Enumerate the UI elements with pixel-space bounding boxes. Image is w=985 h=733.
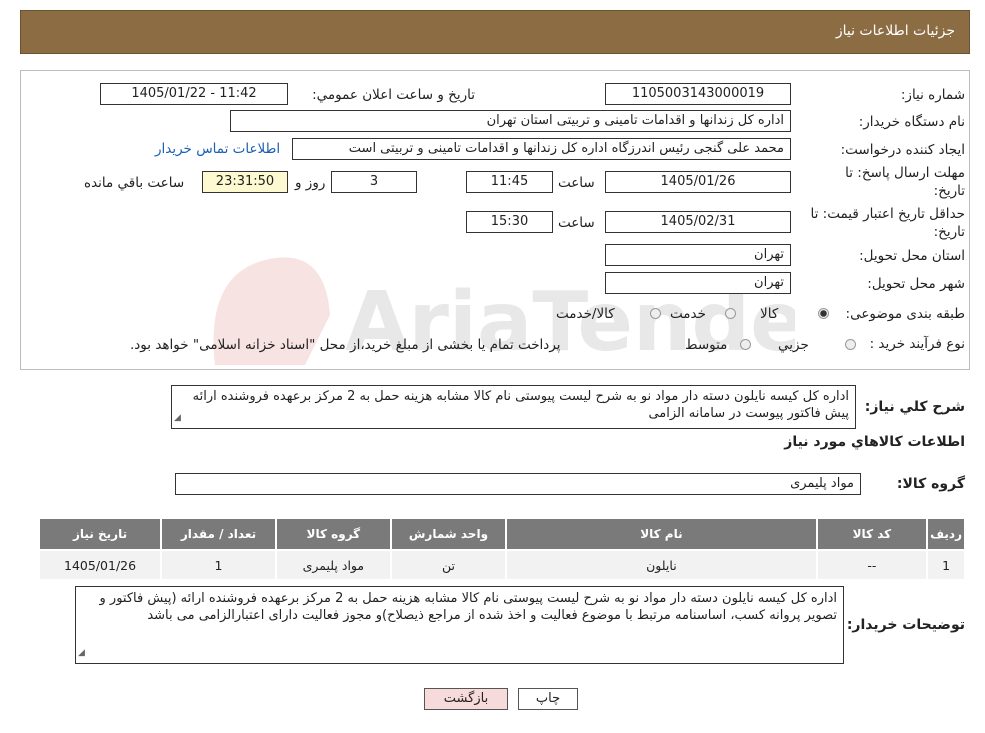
cell-date: 1405/01/26	[37, 549, 163, 581]
description-label: شرح کلي نیاز:	[864, 399, 965, 415]
goods-table: ردیف کد کالا نام کالا واحد شمارش گروه کا…	[37, 517, 966, 581]
goods-group-label: گروه کالا:	[896, 476, 965, 492]
print-button[interactable]: چاپ	[518, 688, 578, 710]
days-field: 3	[331, 171, 417, 193]
buyer-notes-textarea[interactable]: اداره کل کیسه نایلون دسته دار مواد نو به…	[75, 586, 844, 664]
announce-field: 1405/01/22 - 11:42	[100, 83, 288, 105]
category-radio-service[interactable]	[725, 308, 736, 319]
col-name-header: نام کالا	[505, 517, 818, 551]
validity-label: حداقل تاریخ اعتبار قیمت: تا	[810, 206, 965, 222]
buyer-org-label: نام دستگاه خریدار:	[858, 114, 965, 130]
col-code-header: کد کالا	[815, 517, 929, 551]
cell-qty: 1	[160, 549, 277, 581]
city-field: تهران	[605, 272, 791, 294]
buyer-notes-label: توضیحات خریدار:	[846, 617, 965, 633]
description-text: اداره کل کیسه نایلون دسته دار مواد نو به…	[192, 389, 849, 421]
announce-label: تاریخ و ساعت اعلان عمومي:	[312, 87, 475, 103]
category-option-goods: کالا	[760, 306, 779, 322]
category-radio-goods-service[interactable]	[650, 308, 661, 319]
purchase-option-medium: متوسط	[685, 337, 728, 353]
deadline-time-field: 11:45	[466, 171, 553, 193]
cell-code: --	[815, 549, 929, 581]
validity-label-2: تاریخ:	[933, 224, 965, 240]
city-label: شهر محل تحویل:	[867, 276, 965, 292]
province-label: استان محل تحویل:	[859, 248, 965, 264]
validity-time-label: ساعت	[558, 215, 595, 231]
category-option-service: خدمت	[670, 306, 706, 322]
buyer-contact-link[interactable]: اطلاعات تماس خریدار	[155, 141, 280, 157]
purchase-radio-medium[interactable]	[740, 339, 751, 350]
page-header: جزئیات اطلاعات نیاز	[20, 10, 970, 54]
validity-date-field: 1405/02/31	[605, 211, 791, 233]
col-date-header: تاریخ نیاز	[37, 517, 163, 551]
deadline-label-2: تاریخ:	[933, 183, 965, 199]
cell-row: 1	[926, 549, 966, 581]
description-textarea[interactable]: اداره کل کیسه نایلون دسته دار مواد نو به…	[171, 385, 856, 429]
goods-group-field: مواد پلیمری	[175, 473, 861, 495]
col-group-header: گروه کالا	[274, 517, 392, 551]
table-row: 1 -- نایلون تن مواد پلیمری 1 1405/01/26	[37, 549, 966, 581]
purchase-type-label: نوع فرآیند خرید :	[869, 336, 965, 352]
cell-group: مواد پلیمری	[274, 549, 392, 581]
purchase-radio-minor[interactable]	[845, 339, 856, 350]
deadline-label: مهلت ارسال پاسخ: تا	[845, 165, 965, 181]
category-option-goods-service: کالا/خدمت	[556, 306, 615, 322]
deadline-time-label: ساعت	[558, 175, 595, 191]
buyer-notes-text: اداره کل کیسه نایلون دسته دار مواد نو به…	[99, 591, 838, 623]
back-button[interactable]: بازگشت	[424, 688, 508, 710]
remaining-time-field: 23:31:50	[202, 171, 288, 193]
need-number-label: شماره نیاز:	[900, 87, 965, 103]
category-radio-goods[interactable]	[818, 308, 829, 319]
cell-unit: تن	[389, 549, 508, 581]
page-title: جزئیات اطلاعات نیاز	[835, 23, 955, 39]
remaining-label: ساعت باقي مانده	[84, 175, 185, 191]
resize-grip-icon[interactable]: ◢	[78, 645, 85, 662]
creator-field: محمد علی گنجی رئیس اندرزگاه اداره کل زند…	[292, 138, 791, 160]
purchase-note: پرداخت تمام یا بخشی از مبلغ خرید،از محل …	[130, 337, 561, 353]
goods-section-title: اطلاعات کالاهاي مورد نیاز	[784, 434, 965, 450]
col-row-header: ردیف	[926, 517, 966, 551]
goods-table-header: ردیف کد کالا نام کالا واحد شمارش گروه کا…	[37, 517, 966, 551]
deadline-date-field: 1405/01/26	[605, 171, 791, 193]
province-field: تهران	[605, 244, 791, 266]
col-qty-header: تعداد / مقدار	[160, 517, 277, 551]
category-label: طبقه بندی موضوعی:	[845, 306, 965, 322]
resize-grip-icon[interactable]: ◢	[174, 410, 181, 427]
cell-name: نایلون	[505, 549, 818, 581]
buyer-org-field: اداره کل زندانها و اقدامات تامینی و تربی…	[230, 110, 791, 132]
col-unit-header: واحد شمارش	[389, 517, 508, 551]
need-number-field: 1105003143000019	[605, 83, 791, 105]
purchase-option-minor: جزیي	[778, 337, 809, 353]
creator-label: ایجاد کننده درخواست:	[840, 142, 965, 158]
days-label: روز و	[295, 175, 326, 191]
validity-time-field: 15:30	[466, 211, 553, 233]
